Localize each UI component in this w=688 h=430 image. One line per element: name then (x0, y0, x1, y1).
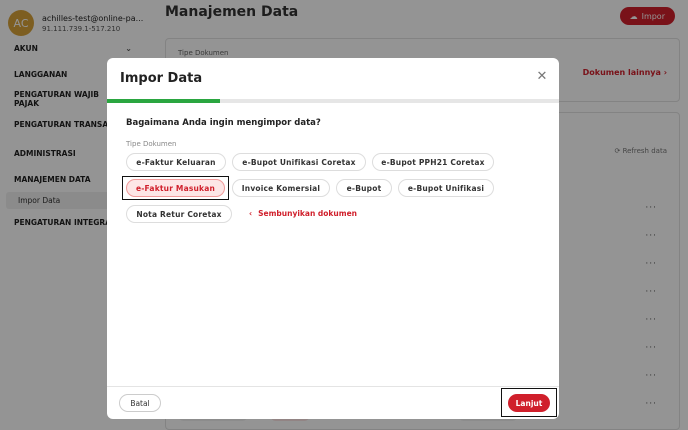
cancel-button[interactable]: Batal (119, 394, 161, 412)
chip-label: e-Bupot PPH21 Coretax (381, 157, 485, 167)
modal-footer: Batal Lanjut (107, 386, 559, 419)
hide-documents-label: Sembunyikan dokumen (258, 209, 357, 218)
doc-type-label: Tipe Dokumen (126, 140, 177, 148)
modal-title: Impor Data (120, 71, 203, 86)
chevron-left-icon: ‹ (249, 209, 253, 218)
next-button[interactable]: Lanjut (508, 394, 550, 412)
chip-label: e-Bupot Unifikasi (407, 183, 485, 193)
close-icon[interactable]: ✕ (535, 70, 549, 84)
chip-e-bupot-unifikasi-coretax[interactable]: e-Bupot Unifikasi Coretax (232, 153, 366, 171)
import-data-modal: Impor Data ✕ Bagaimana Anda ingin mengim… (107, 58, 559, 419)
progress-fill (107, 99, 220, 103)
cancel-button-label: Batal (130, 398, 150, 408)
chip-e-bupot[interactable]: e-Bupot (336, 179, 392, 197)
chip-label: e-Faktur Masukan (135, 183, 216, 193)
chip-label: e-Bupot (346, 183, 382, 193)
next-button-label: Lanjut (515, 398, 543, 408)
chip-e-bupot-unifikasi[interactable]: e-Bupot Unifikasi (398, 179, 494, 197)
chip-label: e-Faktur Keluaran (136, 157, 216, 167)
chip-nota-retur-coretax[interactable]: Nota Retur Coretax (126, 205, 232, 223)
chip-e-bupot-pph21-coretax[interactable]: e-Bupot PPH21 Coretax (372, 153, 494, 171)
chip-label: Invoice Komersial (241, 183, 321, 193)
chip-invoice-komersial[interactable]: Invoice Komersial (232, 179, 330, 197)
chip-e-faktur-keluaran[interactable]: e-Faktur Keluaran (126, 153, 226, 171)
progress-bar (107, 99, 559, 103)
chip-label: e-Bupot Unifikasi Coretax (242, 157, 356, 167)
chip-label: Nota Retur Coretax (136, 209, 222, 219)
hide-documents-link[interactable]: ‹ Sembunyikan dokumen (249, 209, 357, 218)
chip-e-faktur-masukan[interactable]: e-Faktur Masukan (126, 179, 225, 197)
import-question: Bagaimana Anda ingin mengimpor data? (126, 118, 321, 128)
